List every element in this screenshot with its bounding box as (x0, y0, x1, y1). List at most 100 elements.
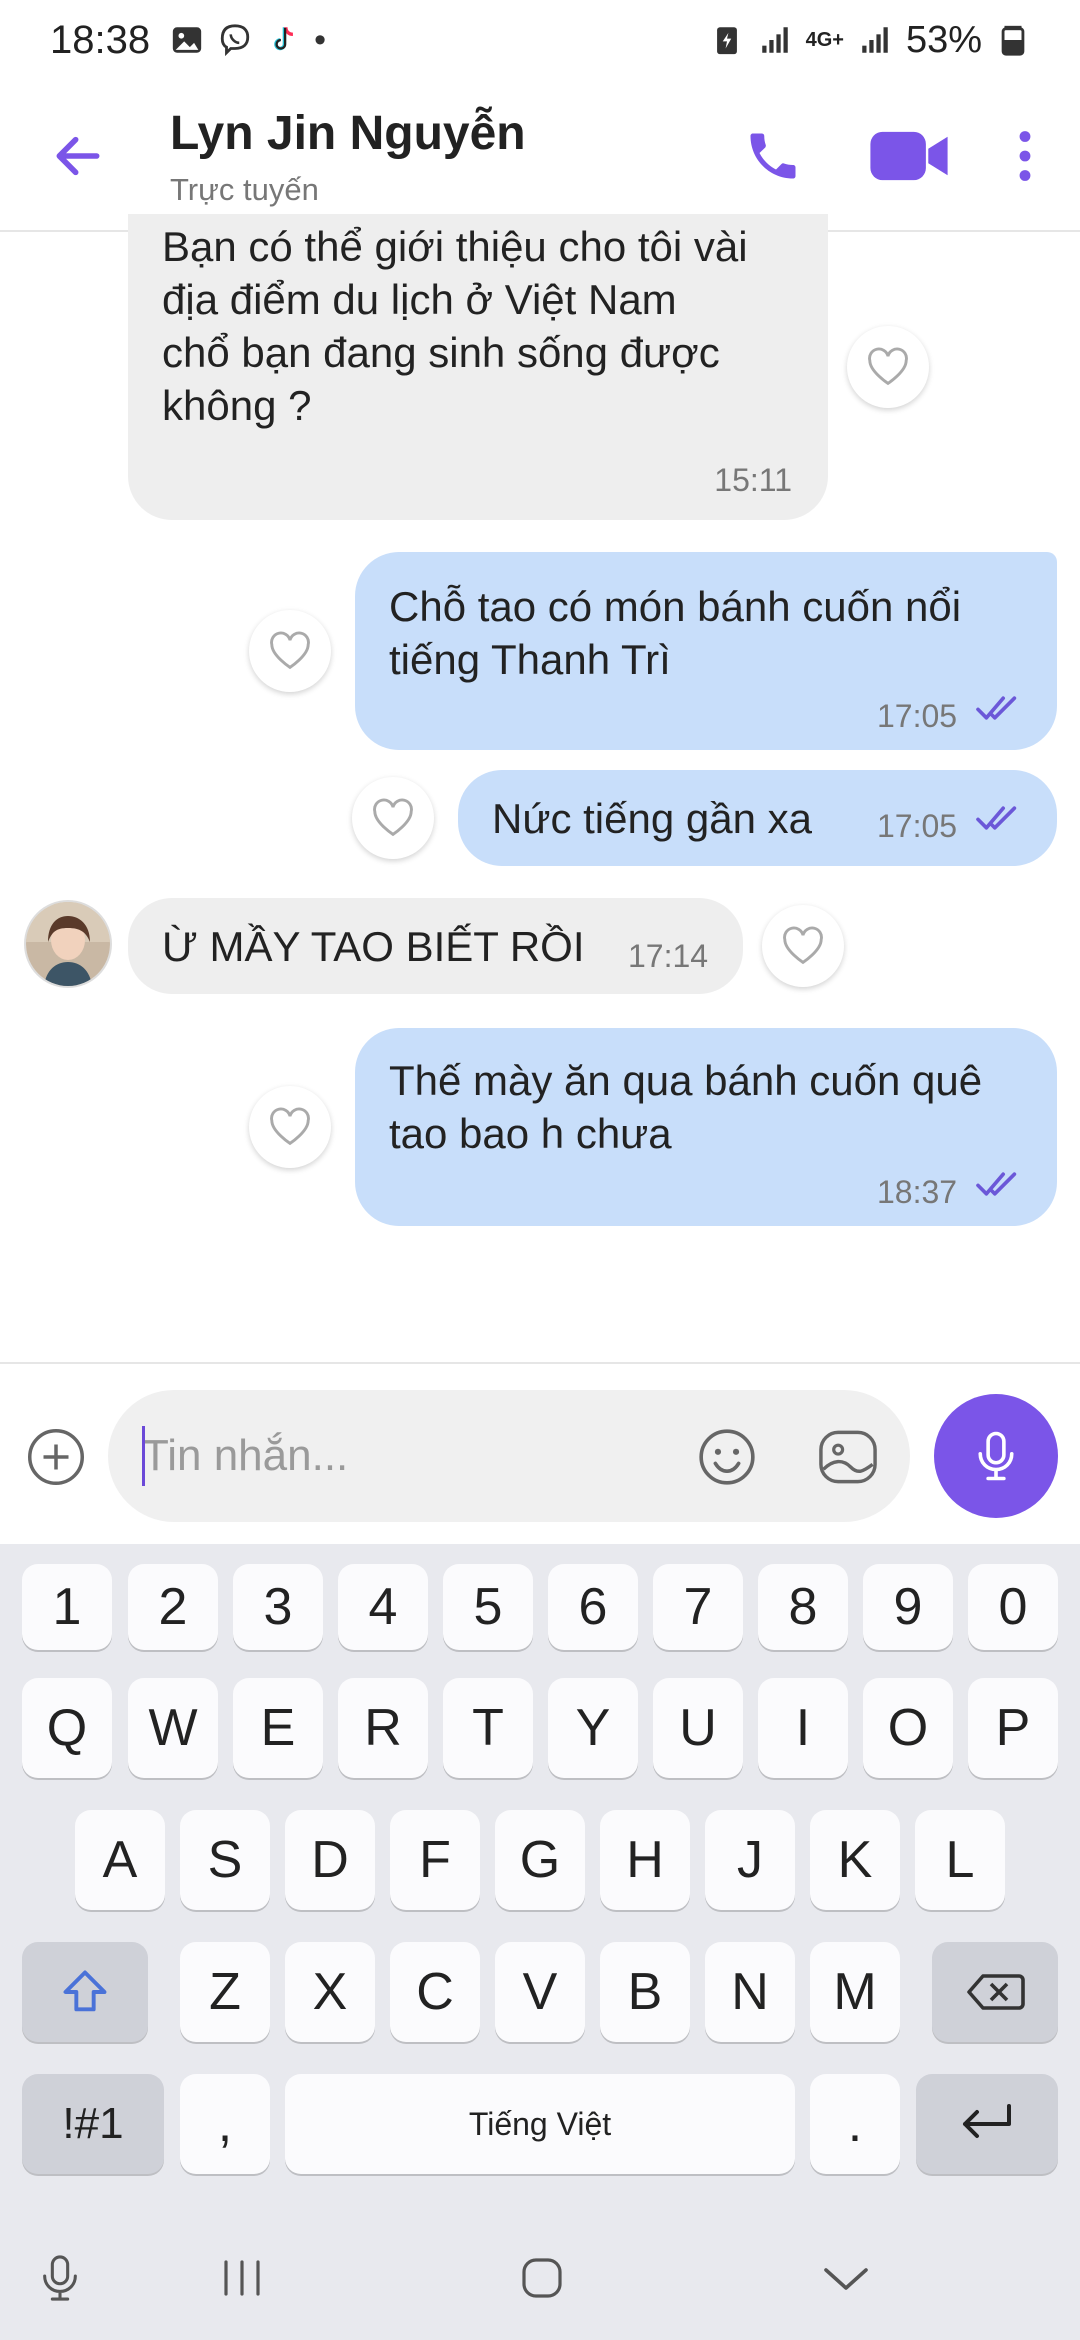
key-p[interactable]: P (968, 1678, 1058, 1778)
message-line: Ừ MẦY TAO BIẾT RỒI (162, 923, 585, 970)
key-y[interactable]: Y (548, 1678, 638, 1778)
key-k[interactable]: K (810, 1810, 900, 1910)
key-7[interactable]: 7 (653, 1564, 743, 1650)
comma-key[interactable]: , (180, 2074, 270, 2174)
backspace-icon (967, 1974, 1025, 2010)
text-cursor (142, 1426, 145, 1486)
key-v[interactable]: V (495, 1942, 585, 2042)
video-call-button[interactable] (868, 120, 950, 192)
recent-apps-button[interactable] (212, 2248, 272, 2308)
message-line: Bạn có thể giới thiệu cho tôi vài (162, 223, 748, 270)
viber-notification-icon (220, 24, 250, 57)
key-2[interactable]: 2 (128, 1564, 218, 1650)
plus-circle-icon (28, 1429, 84, 1485)
enter-icon (963, 2104, 1011, 2138)
message-bubble-incoming[interactable]: Bạn có thể giới thiệu cho tôi vài địa đi… (128, 214, 828, 520)
key-9[interactable]: 9 (863, 1564, 953, 1650)
voice-message-button[interactable] (934, 1394, 1058, 1518)
emoji-button[interactable] (696, 1426, 758, 1488)
key-f[interactable]: F (390, 1810, 480, 1910)
key-l[interactable]: L (915, 1810, 1005, 1910)
contact-avatar[interactable] (26, 902, 110, 986)
system-navigation-bar (0, 2218, 1080, 2340)
key-e[interactable]: E (233, 1678, 323, 1778)
key-o[interactable]: O (863, 1678, 953, 1778)
video-camera-icon (870, 131, 948, 181)
key-x[interactable]: X (285, 1942, 375, 2042)
key-m[interactable]: M (810, 1942, 900, 2042)
message-input[interactable] (142, 1424, 662, 1488)
message-bubble-incoming[interactable]: Ừ MẦY TAO BIẾT RỒI 17:14 (128, 898, 743, 994)
read-receipt-icon (976, 696, 1017, 720)
back-button[interactable] (50, 128, 106, 184)
key-s[interactable]: S (180, 1810, 270, 1910)
keyboard-voice-button[interactable] (30, 2248, 90, 2308)
contact-status: Trực tuyến (170, 172, 319, 207)
gallery-notification-icon (172, 27, 202, 53)
key-i[interactable]: I (758, 1678, 848, 1778)
contact-name[interactable]: Lyn Jin Nguyễn (170, 106, 526, 161)
key-w[interactable]: W (128, 1678, 218, 1778)
message-text: Chỗ tao có món bánh cuốn nổi tiếng Thanh… (389, 580, 1039, 686)
message-list[interactable]: Bạn có thể giới thiệu cho tôi vài địa đi… (0, 214, 1080, 1362)
gallery-button[interactable] (816, 1426, 880, 1488)
key-c[interactable]: C (390, 1942, 480, 2042)
message-line: Chỗ tao có món bánh cuốn nổi (389, 583, 962, 630)
key-n[interactable]: N (705, 1942, 795, 2042)
key-q[interactable]: Q (22, 1678, 112, 1778)
key-0[interactable]: 0 (968, 1564, 1058, 1650)
message-bubble-outgoing[interactable]: Chỗ tao có món bánh cuốn nổi tiếng Thanh… (355, 552, 1057, 750)
more-options-button[interactable] (1010, 120, 1040, 192)
home-icon (522, 2258, 562, 2298)
like-button[interactable] (352, 777, 434, 859)
message-line: không ? (162, 382, 312, 429)
tiktok-notification-icon (274, 27, 294, 51)
recent-apps-icon (224, 2260, 260, 2296)
on-screen-keyboard: 1 2 3 4 5 6 7 8 9 0 Q W E R T Y U I O P … (0, 1544, 1080, 2218)
key-8[interactable]: 8 (758, 1564, 848, 1650)
like-button[interactable] (762, 905, 844, 987)
message-bubble-outgoing[interactable]: Nức tiếng gần xa 17:05 (458, 770, 1057, 866)
key-6[interactable]: 6 (548, 1564, 638, 1650)
key-t[interactable]: T (443, 1678, 533, 1778)
period-key[interactable]: . (810, 2074, 900, 2174)
battery-percent: 53% (905, 18, 982, 61)
heart-icon (373, 798, 413, 837)
key-j[interactable]: J (705, 1810, 795, 1910)
message-text: Ừ MẦY TAO BIẾT RỒI (162, 920, 585, 973)
key-a[interactable]: A (75, 1810, 165, 1910)
call-button[interactable] (738, 120, 808, 192)
like-button[interactable] (249, 1086, 331, 1168)
signal-icon-2 (862, 27, 888, 53)
enter-key[interactable] (916, 2074, 1058, 2174)
key-h[interactable]: H (600, 1810, 690, 1910)
message-time: 17:05 (877, 808, 958, 844)
backspace-key[interactable] (932, 1942, 1058, 2042)
key-3[interactable]: 3 (233, 1564, 323, 1650)
key-r[interactable]: R (338, 1678, 428, 1778)
avatar-image (26, 902, 110, 986)
hide-keyboard-button[interactable] (816, 2248, 876, 2308)
symbols-key[interactable]: !#1 (22, 2074, 164, 2174)
key-u[interactable]: U (653, 1678, 743, 1778)
space-key[interactable]: Tiếng Việt (285, 2074, 795, 2174)
attach-button[interactable] (26, 1427, 86, 1487)
home-button[interactable] (512, 2248, 572, 2308)
shift-key[interactable] (22, 1942, 148, 2042)
key-4[interactable]: 4 (338, 1564, 428, 1650)
status-system-icons: 4G+ 53% (710, 19, 1030, 62)
key-z[interactable]: Z (180, 1942, 270, 2042)
message-time: 17:05 (877, 698, 958, 734)
key-5[interactable]: 5 (443, 1564, 533, 1650)
like-button[interactable] (249, 610, 331, 692)
key-1[interactable]: 1 (22, 1564, 112, 1650)
read-receipt-icon (976, 1172, 1017, 1196)
message-bubble-outgoing[interactable]: Thế mày ăn qua bánh cuốn quê tao bao h c… (355, 1028, 1057, 1226)
heart-icon (270, 631, 310, 670)
more-notifications-dot: • (314, 20, 327, 59)
like-button[interactable] (847, 326, 929, 408)
key-d[interactable]: D (285, 1810, 375, 1910)
read-receipt-icon (976, 806, 1017, 830)
key-b[interactable]: B (600, 1942, 690, 2042)
key-g[interactable]: G (495, 1810, 585, 1910)
